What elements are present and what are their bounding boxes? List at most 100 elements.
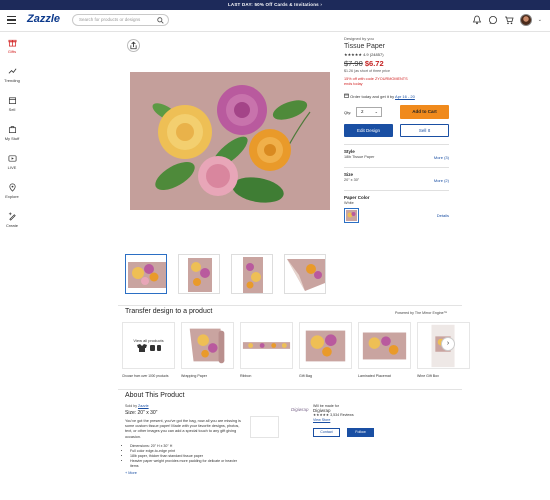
follow-button[interactable]: Follow [347, 428, 374, 437]
product-main-image[interactable] [130, 72, 330, 210]
promo-text-pre: LAST DAY: [227, 2, 254, 7]
chevron-down-icon: ⌄ [374, 109, 378, 114]
share-icon [130, 41, 137, 50]
product-name: Gift Bag [299, 374, 312, 378]
section-divider [118, 389, 462, 390]
delivery-date-link[interactable]: Apr 16 - 20 [395, 94, 415, 99]
product-name: Wine Gift Box [417, 374, 439, 378]
share-button[interactable] [127, 39, 140, 52]
option-label: Style [344, 149, 355, 154]
contact-button[interactable]: Contact [313, 428, 340, 437]
about-section-title: About This Product [125, 392, 185, 399]
search-input[interactable]: Search for products or designs [72, 14, 169, 26]
quantity-select[interactable]: 2 ⌄ [356, 107, 382, 117]
designer-info: Will be made for Digiwrap ★★★★★ 3,534 Re… [313, 404, 354, 422]
thumbnail-front[interactable] [125, 254, 167, 294]
option-more-link[interactable]: More (3) [434, 155, 449, 160]
sidebar-item-label: Sell [8, 107, 16, 112]
designer-logo[interactable]: Digiwrap [291, 407, 309, 412]
search-icon[interactable] [157, 17, 164, 24]
sidebar-item-gifts[interactable]: Gifts [0, 33, 24, 62]
sidebar-item-label: Create [5, 223, 18, 228]
sell-it-button[interactable]: Sell It [400, 124, 449, 137]
product-description: You've got the present, you've got the b… [125, 419, 241, 439]
carousel-next-button[interactable]: › [441, 337, 455, 351]
option-paper-color[interactable]: Paper Color White Details [344, 190, 449, 223]
quantity-value: 2 [361, 109, 364, 114]
calendar-icon [344, 93, 349, 98]
add-to-cart-button[interactable]: Add to Cart [400, 105, 449, 119]
cart-icon[interactable] [504, 15, 514, 25]
option-value: White [344, 201, 354, 205]
more-details-link[interactable]: + More [125, 471, 385, 475]
paper-color-swatch[interactable] [344, 208, 359, 223]
trending-icon [8, 68, 16, 74]
product-thumbnail [181, 322, 234, 369]
view-all-caption: Choose from over 1000 products [122, 374, 169, 378]
price-original: $7.90 [344, 59, 363, 68]
promo-arrow: › [320, 2, 323, 7]
thumbnail-folded[interactable] [284, 254, 326, 294]
transfer-product-card[interactable]: Ribbon [240, 322, 293, 378]
details-link[interactable]: Details [437, 213, 449, 218]
sidebar-item-live[interactable]: LIVE [0, 149, 24, 178]
zazzle-logo[interactable]: Zazzle [27, 13, 60, 25]
option-size[interactable]: Size 20" x 30" More (2) [344, 167, 449, 183]
product-name: Ribbon [240, 374, 252, 378]
hamburger-menu-icon[interactable] [7, 16, 16, 24]
live-icon [8, 155, 16, 162]
transfer-product-card[interactable]: Gift Bag [299, 322, 352, 378]
option-style[interactable]: Style 18lb Tissue Paper More (3) [344, 144, 449, 160]
delivery-estimate: Order today and get it by Apr 16 - 20 [344, 93, 449, 99]
sidebar-item-my-stuff[interactable]: My Stuff [0, 120, 24, 149]
view-all-products-box: View all products [122, 322, 175, 369]
view-store-link[interactable]: View Store [313, 418, 354, 423]
sold-by-label: Sold by [125, 404, 137, 408]
price: $7.90 $6.72 [344, 59, 449, 68]
designer-reviews: 3,534 Reviews [330, 413, 354, 418]
sidebar-item-explore[interactable]: Explore [0, 178, 24, 207]
sidebar-item-sell[interactable]: Sell [0, 91, 24, 120]
rating-count: 4.9 (24857) [363, 52, 384, 57]
thumbnail-detail[interactable] [231, 254, 273, 294]
product-thumbnail [299, 322, 352, 369]
gift-icon [8, 39, 16, 47]
explore-icon [8, 183, 16, 192]
section-divider [118, 305, 462, 306]
quantity-label: Qty: [344, 110, 352, 115]
chat-icon[interactable] [488, 15, 498, 25]
sidebar-item-label: Trending [4, 78, 20, 83]
transfer-product-card[interactable]: Laminated Placemat [358, 322, 411, 378]
product-info-panel: Designed by you Tissue Paper ★★★★★ 4.9 (… [344, 36, 449, 223]
sold-by-link[interactable]: Zazzle [138, 404, 149, 408]
transfer-product-card[interactable]: Wrapping Paper [181, 322, 234, 378]
option-label: Paper Color [344, 195, 370, 200]
chevron-down-icon[interactable]: ⌄ [538, 17, 542, 23]
product-rating[interactable]: ★★★★★ 4.9 (24857) [344, 52, 449, 57]
sell-icon [8, 97, 16, 105]
avatar[interactable] [519, 14, 532, 26]
edit-design-button[interactable]: Edit Design [344, 124, 393, 137]
transfer-section-title: Transfer design to a product [125, 308, 213, 315]
sidebar-item-label: Explore [5, 194, 19, 199]
option-more-link[interactable]: More (2) [434, 178, 449, 183]
sidebar-item-create[interactable]: Create [0, 207, 24, 236]
view-all-products-card[interactable]: View all products Choose from over 1000 … [122, 322, 175, 378]
promo-ends-line: ends today [344, 82, 363, 86]
savings-text: $1.26 (as short of three price [344, 69, 390, 73]
thumbnail-rolled[interactable] [178, 254, 220, 294]
promo-banner[interactable]: LAST DAY: 50% Off Cards & Invitations › [0, 0, 550, 10]
product-features: Dimensions: 20" H x 30" H Full color edg… [125, 444, 245, 469]
product-title: Tissue Paper [344, 43, 385, 50]
thumbnail-strip [125, 254, 326, 294]
sidebar-item-trending[interactable]: Trending [0, 62, 24, 91]
side-navigation: Gifts Trending Sell My Stuff LIVE Explor… [0, 33, 24, 236]
product-name: Wrapping Paper [181, 374, 207, 378]
bell-icon[interactable] [472, 15, 482, 25]
create-icon [8, 212, 16, 221]
price-sale: $6.72 [364, 59, 384, 68]
sidebar-item-label: My Stuff [4, 136, 20, 141]
product-name: Laminated Placemat [358, 374, 391, 378]
feature-item: Heavier paper weight provides more paddi… [130, 459, 245, 469]
search-placeholder: Search for products or designs [79, 17, 141, 22]
